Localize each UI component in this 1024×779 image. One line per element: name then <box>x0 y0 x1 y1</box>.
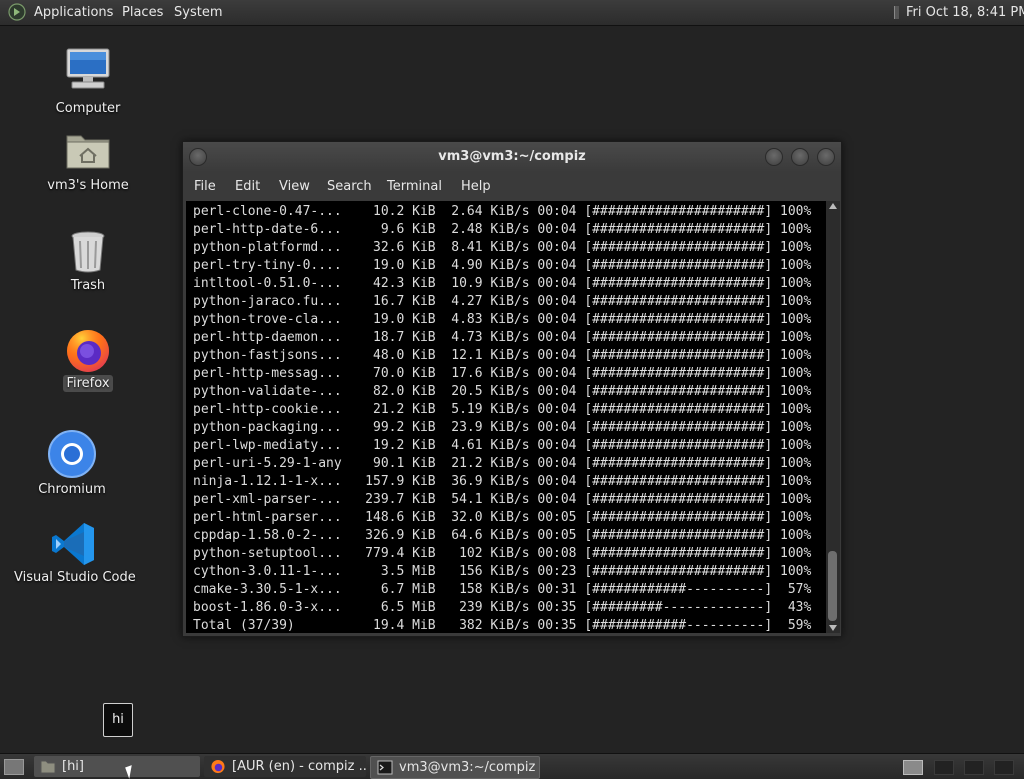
trash-icon <box>71 231 105 273</box>
bottom-panel: [hi] [AUR (en) - compiz ... vm3@vm3:~/co… <box>0 753 1024 779</box>
terminal-window[interactable]: vm3@vm3:~/compiz File Edit View Search T… <box>182 141 842 637</box>
menu-edit[interactable]: Edit <box>235 172 260 201</box>
computer-icon <box>66 48 110 89</box>
workspace-4[interactable] <box>994 760 1014 775</box>
taskbar-item-label: [hi] <box>62 759 84 774</box>
taskbar-item-firefox[interactable]: [AUR (en) - compiz ... <box>204 756 366 777</box>
window-titlebar[interactable]: vm3@vm3:~/compiz <box>183 142 841 172</box>
terminal-line: python-fastjsons... 48.0 KiB 12.1 KiB/s … <box>193 348 812 363</box>
terminal-line: intltool-0.51.0-... 42.3 KiB 10.9 KiB/s … <box>193 276 812 291</box>
terminal-line: cmake-3.30.5-1-x... 6.7 MiB 158 KiB/s 00… <box>193 582 812 597</box>
terminal-line: perl-uri-5.29-1-any 90.1 KiB 21.2 KiB/s … <box>193 456 812 471</box>
terminal-line: perl-http-messag... 70.0 KiB 17.6 KiB/s … <box>193 366 812 381</box>
menu-file[interactable]: File <box>194 172 216 201</box>
taskbar-item-label: vm3@vm3:~/compiz <box>399 760 536 775</box>
home-folder-icon <box>66 135 110 169</box>
terminal-line: python-platformd... 32.6 KiB 8.41 KiB/s … <box>193 240 812 255</box>
system-menu[interactable]: System <box>174 0 222 25</box>
taskbar-item-hi[interactable]: [hi] <box>34 756 200 777</box>
chromium-icon <box>48 430 96 478</box>
desktop-icon-label: Computer <box>55 101 121 116</box>
terminal-line: Total (37/39) 19.4 MiB 382 KiB/s 00:35 [… <box>193 618 812 633</box>
terminal-line: perl-html-parser... 148.6 KiB 32.0 KiB/s… <box>193 510 812 525</box>
terminal-line: cython-3.0.11-1-... 3.5 MiB 156 KiB/s 00… <box>193 564 812 579</box>
terminal-line: python-trove-cla... 19.0 KiB 4.83 KiB/s … <box>193 312 812 327</box>
terminal-line: perl-clone-0.47-... 10.2 KiB 2.64 KiB/s … <box>193 204 812 219</box>
desktop-icon-label: Visual Studio Code <box>14 570 136 585</box>
terminal-line: python-packaging... 99.2 KiB 23.9 KiB/s … <box>193 420 812 435</box>
terminal-line: ninja-1.12.1-1-x... 157.9 KiB 36.9 KiB/s… <box>193 474 812 489</box>
scroll-down-arrow-icon[interactable] <box>829 625 837 631</box>
taskbar-item-label: [AUR (en) - compiz ... <box>232 759 366 774</box>
menu-search[interactable]: Search <box>327 172 372 201</box>
firefox-icon <box>211 759 225 774</box>
clock-text: Fri Oct 18, 8:41 PM <box>906 5 1024 20</box>
workspace-3[interactable] <box>964 760 984 775</box>
folder-icon <box>40 760 56 774</box>
terminal-lines: perl-clone-0.47-... 10.2 KiB 2.64 KiB/s … <box>193 203 811 633</box>
show-desktop-icon[interactable] <box>4 759 24 775</box>
window-title: vm3@vm3:~/compiz <box>438 149 586 164</box>
terminal-scrollbar[interactable] <box>826 201 840 633</box>
firefox-icon <box>67 330 109 372</box>
applications-menu[interactable]: Applications <box>34 0 113 25</box>
panel-separator-icon <box>894 6 899 19</box>
desktop-icon-label: Chromium <box>38 482 106 497</box>
firefox-label: Firefox <box>63 375 113 392</box>
terminal-icon <box>377 760 393 775</box>
clock[interactable]: Fri Oct 18, 8:41 PM <box>894 0 1024 25</box>
main-menu-logo-icon[interactable] <box>8 3 26 21</box>
terminal-line: python-jaraco.fu... 16.7 KiB 4.27 KiB/s … <box>193 294 812 309</box>
menu-help[interactable]: Help <box>461 172 491 201</box>
terminal-line: perl-xml-parser-... 239.7 KiB 54.1 KiB/s… <box>193 492 812 507</box>
desktop-icon-label: Firefox <box>28 375 148 392</box>
terminal-line: perl-http-cookie... 21.2 KiB 5.19 KiB/s … <box>193 402 812 417</box>
menu-terminal[interactable]: Terminal <box>387 172 442 201</box>
terminal-line: perl-try-tiny-0.... 19.0 KiB 4.90 KiB/s … <box>193 258 812 273</box>
terminal-line: cppdap-1.58.0-2-... 326.9 KiB 64.6 KiB/s… <box>193 528 812 543</box>
workspace-2[interactable] <box>934 760 954 775</box>
places-menu[interactable]: Places <box>122 0 163 25</box>
taskbar-tooltip: hi <box>103 703 133 737</box>
terminal-line: boost-1.86.0-3-x... 6.5 MiB 239 KiB/s 00… <box>193 600 812 615</box>
scroll-up-arrow-icon[interactable] <box>829 203 837 209</box>
terminal-line: perl-lwp-mediaty... 19.2 KiB 4.61 KiB/s … <box>193 438 812 453</box>
close-button[interactable] <box>817 148 835 166</box>
terminal-line: perl-http-daemon... 18.7 KiB 4.73 KiB/s … <box>193 330 812 345</box>
top-panel: Applications Places System Fri Oct 18, 8… <box>0 0 1024 26</box>
workspace-1[interactable] <box>903 760 923 775</box>
taskbar-item-terminal[interactable]: vm3@vm3:~/compiz <box>370 756 540 779</box>
terminal-menubar: File Edit View Search Terminal Help <box>183 172 841 201</box>
menu-view[interactable]: View <box>279 172 310 201</box>
maximize-button[interactable] <box>791 148 809 166</box>
scrollbar-thumb[interactable] <box>828 551 837 621</box>
terminal-line: python-validate-... 82.0 KiB 20.5 KiB/s … <box>193 384 812 399</box>
minimize-button[interactable] <box>765 148 783 166</box>
vscode-icon <box>52 523 94 565</box>
terminal-line: perl-http-date-6... 9.6 KiB 2.48 KiB/s 0… <box>193 222 812 237</box>
terminal-output[interactable]: perl-clone-0.47-... 10.2 KiB 2.64 KiB/s … <box>186 201 826 633</box>
desktop-icon-label: vm3's Home <box>47 178 129 193</box>
desktop-icon-label: Trash <box>70 278 106 293</box>
terminal-line: python-setuptool... 779.4 KiB 102 KiB/s … <box>193 546 812 561</box>
